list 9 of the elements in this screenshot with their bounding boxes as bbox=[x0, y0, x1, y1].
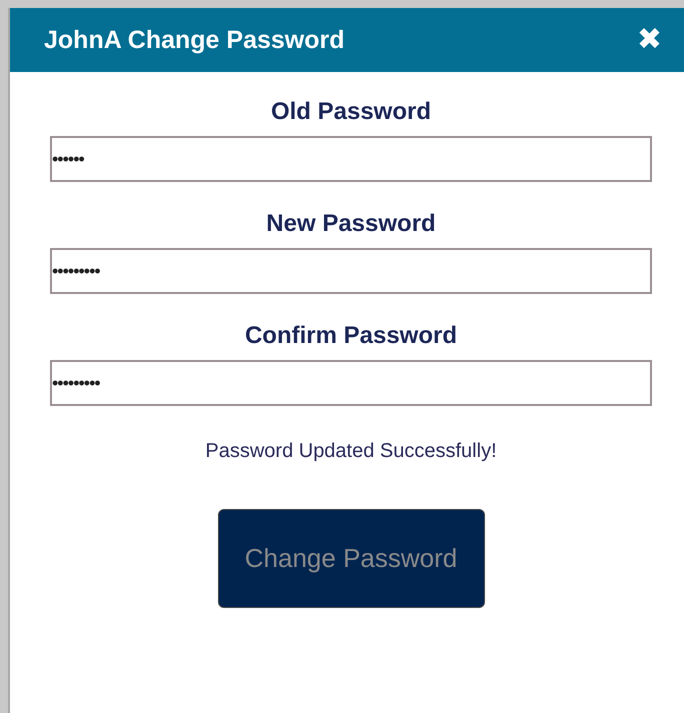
close-button[interactable]: ✖ bbox=[636, 25, 662, 55]
status-message: Password Updated Successfully! bbox=[205, 440, 497, 463]
field-label: Confirm Password bbox=[244, 322, 458, 350]
password-field[interactable]: ••••••••• bbox=[50, 360, 652, 406]
field-label: New Password bbox=[266, 210, 436, 238]
dialog-title: JohnA Change Password bbox=[44, 26, 345, 54]
password-field[interactable]: ••••••••• bbox=[50, 248, 652, 294]
field-label: Old Password bbox=[270, 98, 432, 126]
password-field[interactable]: •••••• bbox=[50, 136, 652, 182]
